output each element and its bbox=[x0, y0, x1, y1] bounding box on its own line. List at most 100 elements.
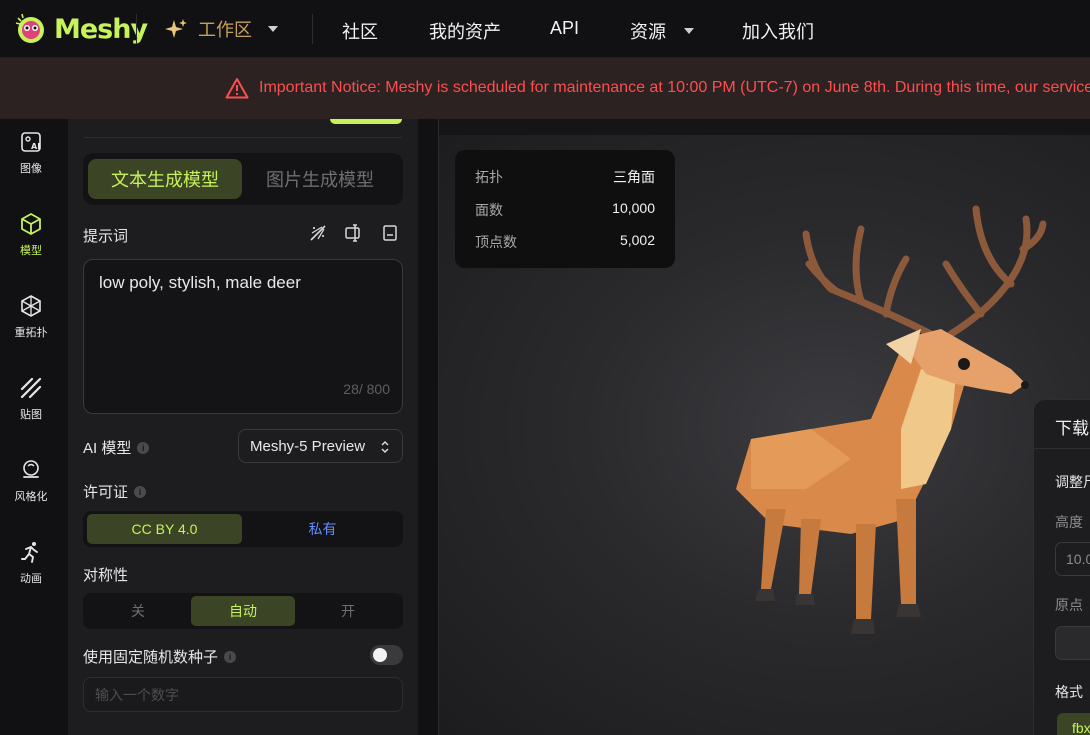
prompt-text: low poly, stylish, male deer bbox=[99, 273, 301, 292]
model-viewport[interactable]: 拓扑 三角面 面数 10,000 顶点数 5,002 下载 调整 高度 10.0… bbox=[438, 119, 1090, 735]
seed-toggle[interactable] bbox=[370, 645, 403, 665]
stat-key: 顶点数 bbox=[475, 234, 517, 250]
rail-item-label: 风格化 bbox=[14, 491, 48, 503]
generation-panel: 文本生成模型 图片生成模型 提示词 low poly, stylish, mal… bbox=[68, 119, 418, 735]
seed-input[interactable] bbox=[83, 677, 403, 712]
stat-value: 10,000 bbox=[612, 200, 655, 216]
notice-text: Important Notice: Meshy is scheduled for… bbox=[259, 79, 1090, 96]
meshy-logo-icon bbox=[15, 13, 44, 43]
symmetry-option-on[interactable]: 开 bbox=[296, 596, 400, 626]
retopology-icon bbox=[21, 295, 41, 317]
license-segmented: CC BY 4.0 私有 bbox=[83, 511, 403, 547]
nav-resources[interactable]: 资源 bbox=[630, 18, 694, 44]
rail-item-texture[interactable]: 贴图 bbox=[0, 376, 62, 422]
license-option-cc-by[interactable]: CC BY 4.0 bbox=[87, 514, 242, 544]
nav-resources-label: 资源 bbox=[630, 22, 666, 42]
license-option-private[interactable]: 私有 bbox=[245, 514, 400, 544]
stat-row-faces: 面数 10,000 bbox=[475, 200, 655, 220]
rail-item-animation[interactable]: 动画 bbox=[0, 540, 62, 586]
sparkle-icon bbox=[165, 19, 187, 38]
nav-community[interactable]: 社区 bbox=[342, 18, 378, 44]
ai-model-label: AI 模型 i bbox=[83, 437, 150, 458]
mode-tabs: 文本生成模型 图片生成模型 bbox=[83, 153, 403, 205]
download-title: 下载 bbox=[1055, 419, 1089, 438]
texture-icon bbox=[20, 377, 42, 399]
rail-item-retopology[interactable]: 重拓扑 bbox=[0, 294, 62, 340]
symmetry-label: 对称性 bbox=[83, 567, 129, 584]
rail-item-model[interactable]: 模型 bbox=[0, 212, 62, 258]
prompt-textarea[interactable]: low poly, stylish, male deer 28/ 800 bbox=[83, 259, 403, 414]
rail-item-label: 重拓扑 bbox=[14, 327, 48, 339]
tab-image-to-model[interactable]: 图片生成模型 bbox=[243, 159, 397, 199]
symmetry-option-auto[interactable]: 自动 bbox=[191, 596, 295, 626]
license-label: 许可证 i bbox=[83, 481, 147, 502]
license-label-text: 许可证 bbox=[83, 484, 129, 501]
deer-model-render bbox=[736, 205, 1047, 634]
rail-item-label: 图像 bbox=[20, 163, 42, 175]
symmetry-option-off[interactable]: 关 bbox=[86, 596, 190, 626]
brand-name: Meshy bbox=[54, 13, 148, 45]
panel-top-button[interactable] bbox=[330, 119, 402, 124]
text-cursor-icon[interactable] bbox=[344, 223, 364, 243]
svg-text:AI: AI bbox=[31, 142, 40, 151]
info-icon[interactable]: i bbox=[224, 650, 237, 663]
stat-key: 拓扑 bbox=[475, 169, 503, 185]
ai-image-icon: AI bbox=[21, 132, 41, 152]
adjust-size-label: 调整尺 bbox=[1055, 474, 1090, 490]
symmetry-segmented: 关 自动 开 bbox=[83, 593, 403, 629]
toggle-knob bbox=[373, 648, 387, 662]
brand-logo[interactable]: Meshy bbox=[14, 12, 148, 46]
nav-join-us[interactable]: 加入我们 bbox=[742, 18, 814, 44]
maintenance-notice-bar: Important Notice: Meshy is scheduled for… bbox=[0, 58, 1090, 119]
chevron-down-icon bbox=[268, 26, 278, 32]
ai-model-value: Meshy-5 Preview bbox=[250, 437, 366, 455]
stat-value: 5,002 bbox=[619, 232, 655, 248]
ai-model-label-text: AI 模型 bbox=[83, 440, 132, 457]
tab-text-to-model[interactable]: 文本生成模型 bbox=[88, 159, 242, 199]
magic-wand-icon[interactable] bbox=[308, 223, 328, 243]
origin-select[interactable] bbox=[1055, 626, 1090, 660]
ai-model-select[interactable]: Meshy-5 Preview bbox=[238, 429, 403, 463]
height-label: 高度 bbox=[1055, 514, 1083, 530]
nav-api[interactable]: API bbox=[550, 18, 579, 39]
document-icon[interactable] bbox=[380, 223, 400, 243]
prompt-char-count: 28/ 800 bbox=[343, 381, 390, 397]
nav-workspace-label: 工作区 bbox=[198, 20, 252, 40]
cube-icon bbox=[21, 213, 41, 235]
stat-key: 面数 bbox=[475, 202, 503, 218]
warning-icon bbox=[225, 78, 249, 99]
height-input[interactable]: 10.0 bbox=[1055, 542, 1090, 576]
format-chip-fbx[interactable]: fbx bbox=[1057, 713, 1090, 735]
prompt-tools bbox=[308, 223, 400, 243]
format-label: 格式 bbox=[1055, 684, 1083, 700]
running-figure-icon bbox=[21, 542, 38, 563]
seed-label: 使用固定随机数种子 i bbox=[83, 646, 237, 667]
info-icon[interactable]: i bbox=[137, 441, 150, 454]
origin-label: 原点 bbox=[1055, 597, 1083, 613]
nav-divider bbox=[136, 14, 137, 44]
rail-item-stylize[interactable]: 风格化 bbox=[0, 458, 62, 504]
chevron-up-down-icon bbox=[381, 440, 389, 454]
rail-item-label: 贴图 bbox=[20, 409, 42, 421]
viewport-toolbar bbox=[439, 119, 1090, 135]
mesh-stats-card: 拓扑 三角面 面数 10,000 顶点数 5,002 bbox=[455, 150, 675, 268]
top-nav: Meshy 工作区 社区 我的资产 API 资源 加入我们 bbox=[0, 0, 1090, 58]
divider bbox=[1034, 448, 1090, 449]
info-icon[interactable]: i bbox=[134, 485, 147, 498]
nav-my-assets[interactable]: 我的资产 bbox=[429, 18, 501, 44]
prompt-label: 提示词 bbox=[83, 228, 129, 245]
stat-row-topology: 拓扑 三角面 bbox=[475, 167, 655, 187]
chevron-down-icon bbox=[684, 28, 694, 34]
panel-scrollbar[interactable] bbox=[418, 119, 438, 735]
nav-divider bbox=[312, 14, 313, 44]
stylize-icon bbox=[23, 460, 39, 478]
stat-row-vertices: 顶点数 5,002 bbox=[475, 232, 655, 252]
tool-rail: AI 图像 模型 重拓扑 贴图 风格化 动画 bbox=[0, 119, 68, 735]
stat-value: 三角面 bbox=[613, 169, 655, 185]
divider bbox=[84, 137, 402, 138]
rail-item-label: 模型 bbox=[20, 245, 42, 257]
seed-label-text: 使用固定随机数种子 bbox=[83, 649, 219, 666]
rail-item-label: 动画 bbox=[20, 573, 42, 585]
rail-item-image[interactable]: AI 图像 bbox=[0, 130, 62, 176]
nav-workspace-menu[interactable]: 工作区 bbox=[164, 16, 278, 42]
